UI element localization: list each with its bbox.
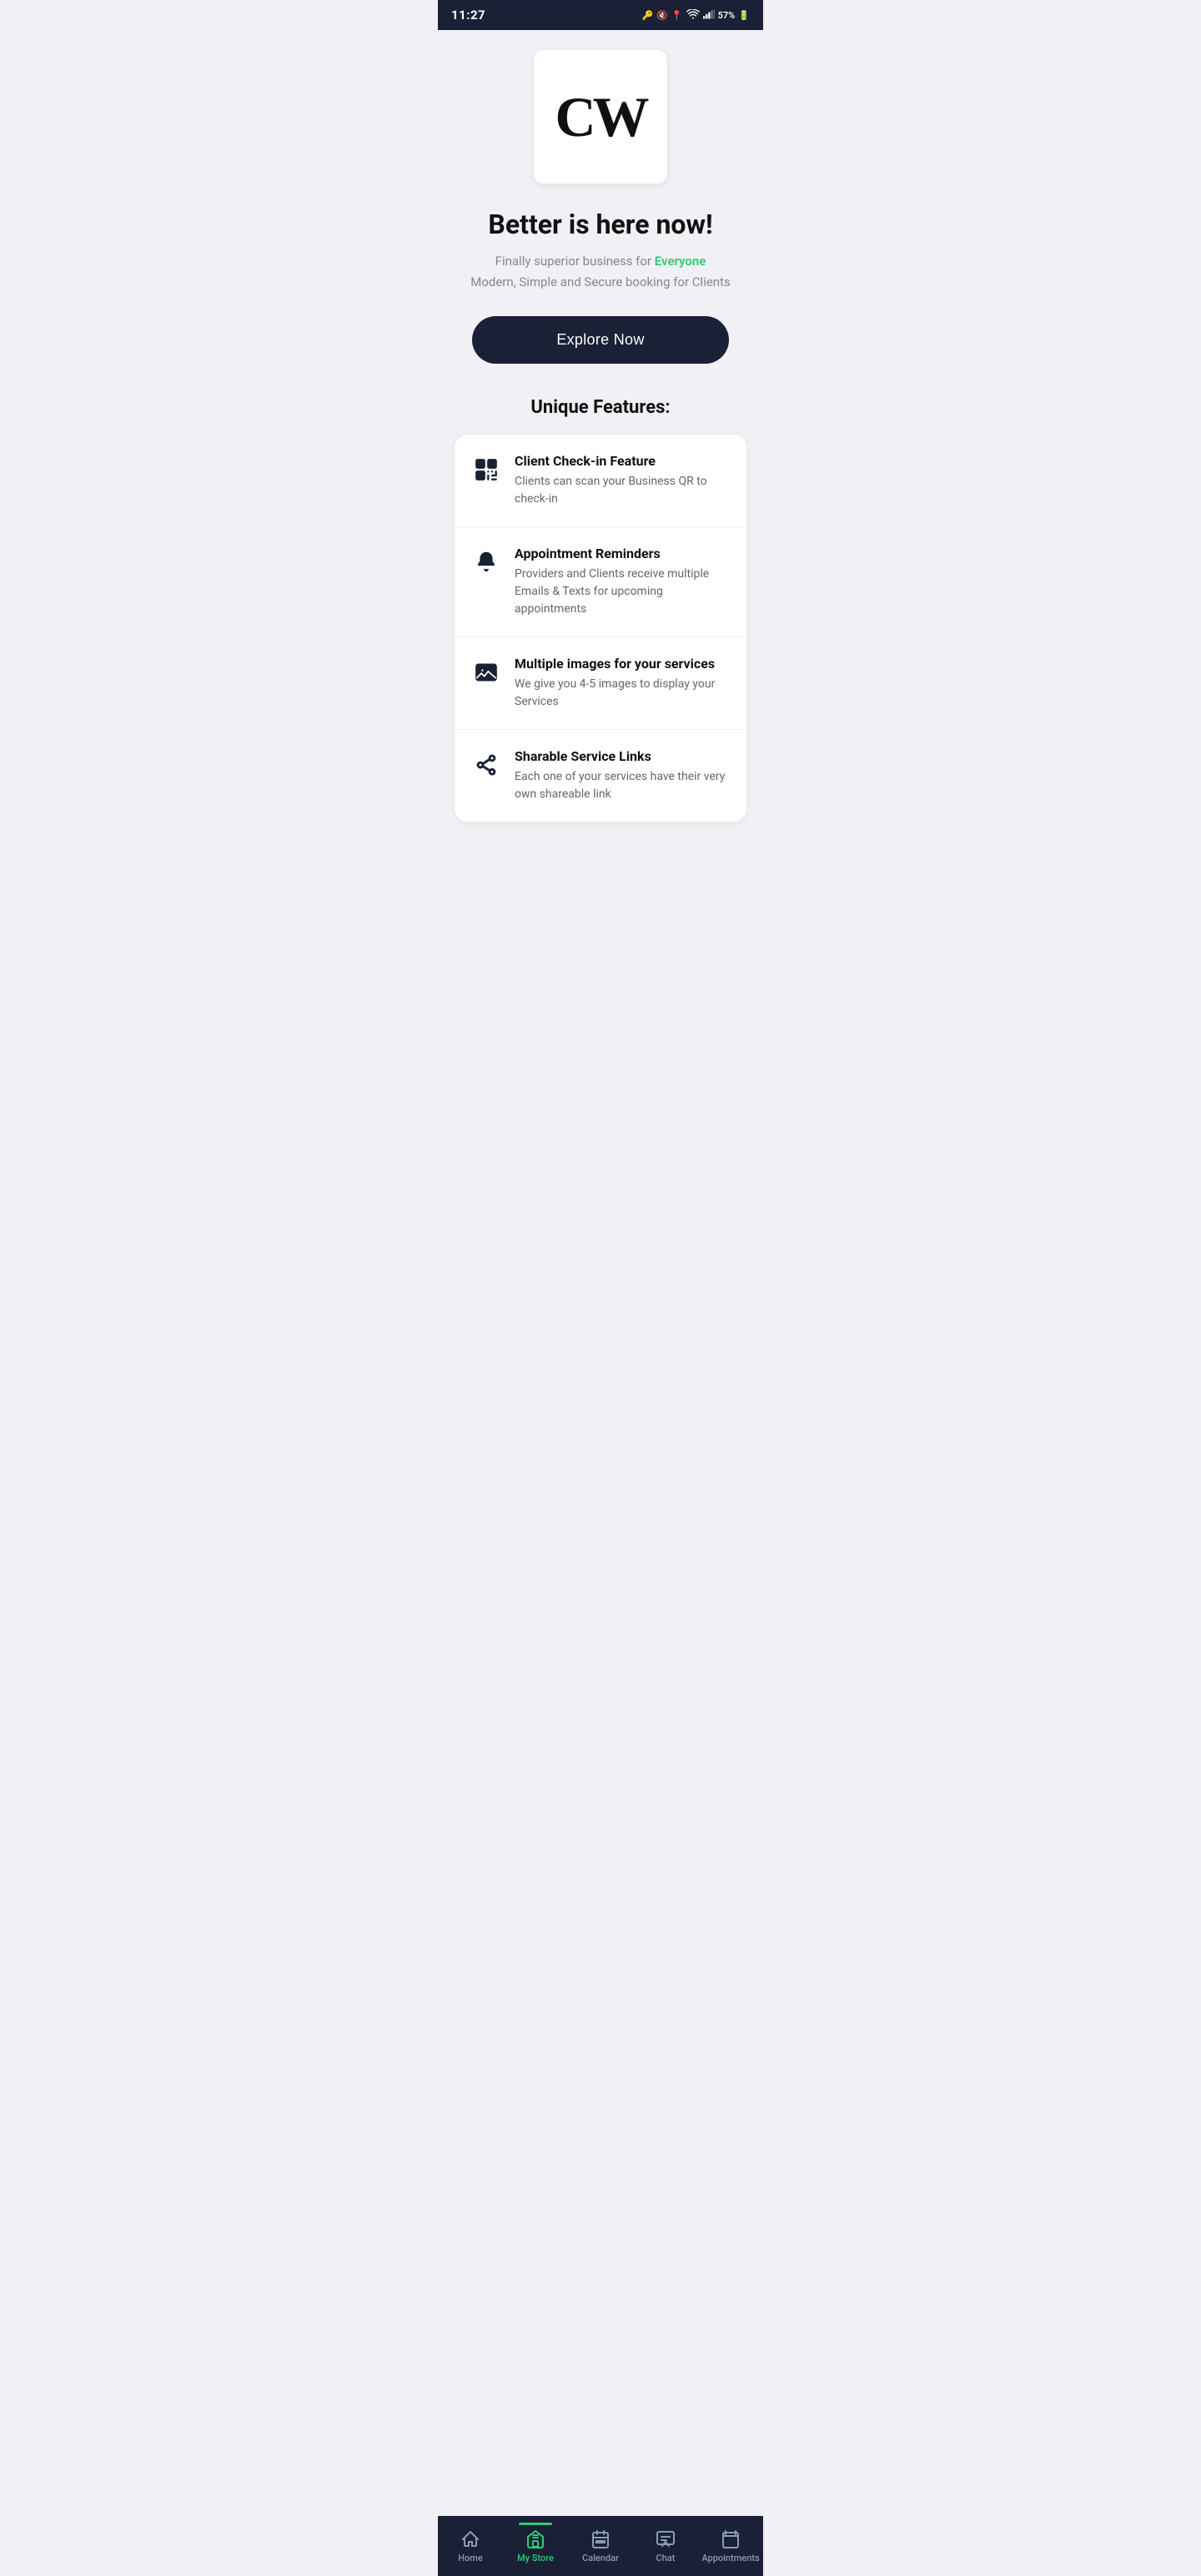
location-icon: 📍 <box>671 10 683 21</box>
nav-label-home: Home <box>458 2553 483 2563</box>
nav-item-store[interactable]: My Store <box>503 2523 568 2563</box>
feature-title-share: Sharable Service Links <box>515 748 730 764</box>
feature-title-images: Multiple images for your services <box>515 656 730 672</box>
subtitle1: Finally superior business for Everyone <box>495 252 706 271</box>
battery-text: 57% <box>718 10 736 21</box>
nav-item-appointments[interactable]: Appointments <box>698 2523 763 2563</box>
features-card: Client Check-in Feature Clients can scan… <box>455 435 746 822</box>
image-icon <box>471 657 501 687</box>
headline: Better is here now! <box>488 209 712 240</box>
feature-text-reminders: Appointment Reminders Providers and Clie… <box>515 546 730 618</box>
feature-desc-reminders: Providers and Clients receive multiple E… <box>515 566 730 618</box>
status-time: 11:27 <box>451 8 485 23</box>
battery-icon: 🔋 <box>738 10 750 21</box>
active-indicator <box>519 2523 552 2525</box>
feature-text-share: Sharable Service Links Each one of your … <box>515 748 730 803</box>
feature-text-checkin: Client Check-in Feature Clients can scan… <box>515 453 730 508</box>
share-icon <box>471 750 501 780</box>
key-icon: 🔑 <box>642 10 654 21</box>
nav-item-chat[interactable]: Chat <box>633 2523 698 2563</box>
nav-label-appointments: Appointments <box>701 2553 759 2563</box>
explore-now-button[interactable]: Explore Now <box>472 316 729 364</box>
feature-item-reminders: Appointment Reminders Providers and Clie… <box>455 527 746 637</box>
subtitle2: Modern, Simple and Secure booking for Cl… <box>470 274 731 289</box>
feature-title-checkin: Client Check-in Feature <box>515 453 730 469</box>
nav-label-chat: Chat <box>656 2553 676 2563</box>
feature-item-share: Sharable Service Links Each one of your … <box>455 730 746 822</box>
subtitle1-plain: Finally superior business for <box>495 254 655 269</box>
bell-icon <box>471 547 501 577</box>
nav-item-home[interactable]: Home <box>438 2523 503 2563</box>
feature-item-images: Multiple images for your services We giv… <box>455 637 746 730</box>
wifi-icon <box>686 9 700 22</box>
nav-item-calendar[interactable]: Calendar <box>568 2523 633 2563</box>
main-content: CW Better is here now! Finally superior … <box>438 30 763 888</box>
logo-text: CW <box>555 88 646 145</box>
feature-desc-images: We give you 4-5 images to display your S… <box>515 676 730 711</box>
logo-container: CW <box>534 50 667 184</box>
feature-item-checkin: Client Check-in Feature Clients can scan… <box>455 435 746 527</box>
bottom-nav: Home My Store Calendar Ch <box>438 2516 763 2576</box>
mute-icon: 🔇 <box>656 10 668 21</box>
feature-desc-share: Each one of your services have their ver… <box>515 768 730 803</box>
nav-label-store: My Store <box>517 2553 554 2563</box>
nav-label-calendar: Calendar <box>582 2553 619 2563</box>
qr-code-icon <box>471 455 501 485</box>
status-bar: 11:27 🔑 🔇 📍 57% 🔋 <box>438 0 763 30</box>
feature-title-reminders: Appointment Reminders <box>515 546 730 561</box>
feature-desc-checkin: Clients can scan your Business QR to che… <box>515 473 730 508</box>
subtitle1-highlight: Everyone <box>655 254 706 269</box>
status-icons: 🔑 🔇 📍 57% 🔋 <box>642 9 751 22</box>
signal-icon <box>703 9 715 22</box>
feature-text-images: Multiple images for your services We giv… <box>515 656 730 711</box>
features-title: Unique Features: <box>530 397 670 418</box>
